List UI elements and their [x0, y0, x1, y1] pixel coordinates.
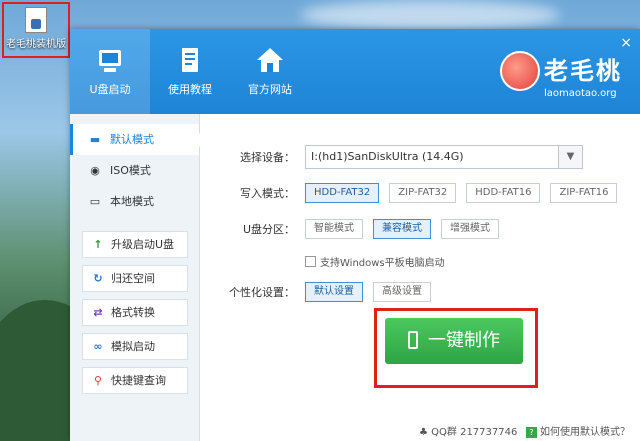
home-icon	[255, 45, 285, 75]
checkbox-box[interactable]	[305, 256, 316, 267]
top-nav: U盘启动 使用教程 官方网站	[70, 29, 310, 114]
mode-local[interactable]: ▭ 本地模式	[70, 186, 199, 217]
partition-row: U盘分区： 智能模式 兼容模式 增强模式	[201, 219, 509, 239]
write-mode-row: 写入模式： HDD-FAT32 ZIP-FAT32 HDD-FAT16 ZIP-…	[201, 183, 627, 203]
qq-group-text: ♣ QQ群 217737746	[419, 423, 517, 438]
tool-simulate-boot-label: 模拟启动	[111, 340, 155, 353]
personalize-row: 个性化设置： 默认设置 高级设置	[201, 282, 441, 302]
title-bar: U盘启动 使用教程 官方网站 × 老毛桃 laomaotao.org	[70, 29, 640, 114]
nav-website-label: 官方网站	[248, 83, 292, 96]
nav-usb-boot-label: U盘启动	[89, 83, 131, 96]
nav-tutorial-label: 使用教程	[168, 83, 212, 96]
tool-hotkey-query[interactable]: ⚲ 快捷键查询	[82, 367, 188, 394]
device-select[interactable]: I:(hd1)SanDiskUltra (14.4G) ▼	[305, 145, 583, 169]
tablet-checkbox[interactable]: 支持Windows平板电脑启动	[305, 254, 445, 269]
device-label: 选择设备：	[240, 151, 295, 164]
personalize-advanced[interactable]: 高级设置	[373, 282, 431, 302]
peach-logo-icon	[500, 51, 540, 91]
tool-format-convert[interactable]: ⇄ 格式转换	[82, 299, 188, 326]
app-window: U盘启动 使用教程 官方网站 × 老毛桃 laomaotao.org ▬ 默认模…	[70, 29, 640, 441]
usb-drive-icon	[95, 45, 125, 75]
partition-label: U盘分区：	[242, 223, 295, 236]
tool-hotkey-query-label: 快捷键查询	[111, 374, 166, 387]
one-click-make-button[interactable]: 一键制作	[385, 318, 523, 364]
sidebar: ▬ 默认模式 ◉ ISO模式 ▭ 本地模式 ↑ 升级启动U盘 ↻ 归还空间 ⇄ 格式转换 ∞…	[70, 114, 200, 441]
write-mode-hdd-fat16[interactable]: HDD-FAT16	[466, 183, 541, 203]
nav-website[interactable]: 官方网站	[230, 29, 310, 114]
link-icon: ∞	[93, 340, 103, 353]
desktop-shortcut-label: 老毛桃装机版	[6, 39, 66, 50]
help-link-label: 如何使用默认模式？	[540, 427, 630, 438]
nav-tutorial[interactable]: 使用教程	[150, 29, 230, 114]
nav-usb-boot[interactable]: U盘启动	[70, 29, 150, 114]
brand-url: laomaotao.org	[544, 88, 617, 99]
swap-icon: ⇄	[93, 306, 103, 319]
write-mode-zip-fat32[interactable]: ZIP-FAT32	[389, 183, 457, 203]
brand-name: 老毛桃	[544, 57, 622, 85]
mode-iso[interactable]: ◉ ISO模式	[70, 155, 199, 186]
brand-logo: 老毛桃 laomaotao.org	[500, 51, 622, 99]
tool-restore-space-label: 归还空间	[111, 272, 155, 285]
main-panel: 选择设备： I:(hd1)SanDiskUltra (14.4G) ▼ 写入模式…	[201, 114, 640, 441]
mode-default[interactable]: ▬ 默认模式	[70, 124, 200, 155]
tool-simulate-boot[interactable]: ∞ 模拟启动	[82, 333, 188, 360]
mode-default-label: 默认模式	[110, 133, 154, 146]
mode-iso-label: ISO模式	[110, 164, 151, 177]
document-icon	[175, 45, 205, 75]
monitor-icon: ▭	[89, 195, 101, 208]
partition-smart[interactable]: 智能模式	[305, 219, 363, 239]
tablet-row: 支持Windows平板电脑启动	[305, 254, 445, 269]
personalize-default[interactable]: 默认设置	[305, 282, 363, 302]
write-mode-label: 写入模式：	[240, 187, 295, 200]
tool-format-convert-label: 格式转换	[111, 306, 155, 319]
arrow-up-icon: ↑	[93, 238, 103, 251]
help-link[interactable]: ? 如何使用默认模式？	[526, 423, 630, 438]
background-cloud	[300, 0, 560, 30]
usb-stick-icon	[408, 331, 418, 349]
write-mode-zip-fat16[interactable]: ZIP-FAT16	[550, 183, 618, 203]
tool-upgrade-usb[interactable]: ↑ 升级启动U盘	[82, 231, 188, 258]
desktop-shortcut[interactable]: 老毛桃装机版	[2, 2, 70, 58]
refresh-icon: ↻	[93, 272, 103, 285]
one-click-make-label: 一键制作	[428, 330, 500, 351]
device-select-value: I:(hd1)SanDiskUltra (14.4G)	[311, 150, 464, 163]
partition-compat[interactable]: 兼容模式	[373, 219, 431, 239]
usb-drive-icon: ▬	[89, 133, 101, 146]
chevron-down-icon[interactable]: ▼	[558, 146, 582, 168]
qq-group-label: QQ群 217737746	[431, 427, 518, 438]
tool-upgrade-usb-label: 升级启动U盘	[111, 238, 175, 251]
mode-local-label: 本地模式	[110, 195, 154, 208]
tool-restore-space[interactable]: ↻ 归还空间	[82, 265, 188, 292]
sidebar-divider	[70, 217, 199, 231]
search-icon: ⚲	[93, 374, 103, 387]
disc-icon: ◉	[90, 164, 100, 177]
partition-enhanced[interactable]: 增强模式	[441, 219, 499, 239]
personalize-label: 个性化设置：	[229, 286, 295, 299]
close-icon[interactable]: ×	[620, 35, 632, 51]
device-row: 选择设备： I:(hd1)SanDiskUltra (14.4G) ▼	[201, 145, 583, 169]
qq-icon: ♣	[419, 427, 432, 438]
write-mode-hdd-fat32[interactable]: HDD-FAT32	[305, 183, 380, 203]
footer: ♣ QQ群 217737746 ? 如何使用默认模式？	[201, 419, 640, 441]
installer-app-icon	[25, 7, 47, 33]
tablet-checkbox-label: 支持Windows平板电脑启动	[320, 258, 445, 269]
help-icon: ?	[526, 427, 537, 438]
